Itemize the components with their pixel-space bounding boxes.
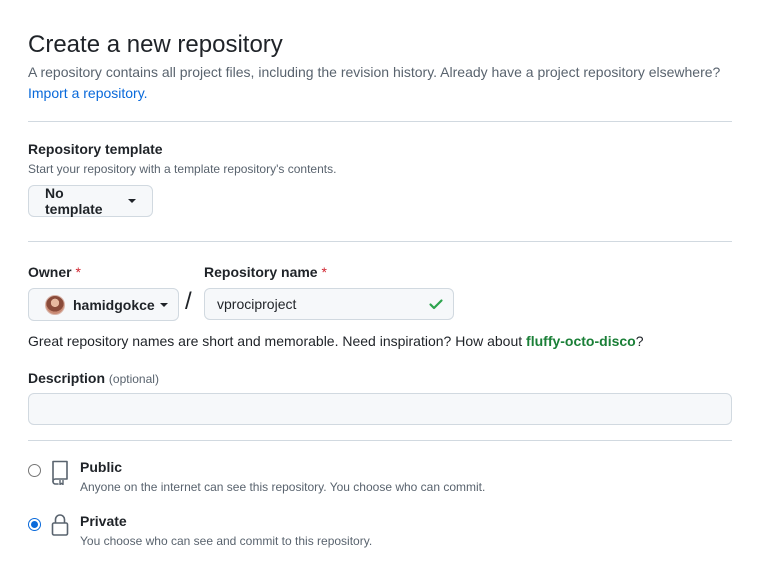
private-radio[interactable]: [28, 518, 41, 531]
name-hint-end: ?: [635, 333, 644, 349]
optional-note: (optional): [108, 372, 159, 386]
caret-down-icon: [128, 199, 136, 203]
page-subtitle: A repository contains all project files,…: [28, 64, 721, 80]
template-note: Start your repository with a template re…: [28, 162, 337, 176]
public-radio[interactable]: [28, 464, 41, 477]
owner-label-text: Owner: [28, 264, 72, 280]
repo-icon: [52, 460, 68, 485]
repo-name-label: Repository name *: [204, 264, 327, 280]
name-hint: Great repository names are short and mem…: [28, 333, 644, 349]
owner-label: Owner *: [28, 264, 81, 280]
private-title: Private: [80, 513, 127, 529]
divider: [28, 440, 732, 441]
lock-icon: [51, 514, 69, 536]
divider: [28, 241, 732, 242]
owner-dropdown-button[interactable]: hamidgokce: [28, 288, 179, 321]
template-button-label: No template: [45, 185, 103, 217]
name-hint-text: Great repository names are short and mem…: [28, 333, 527, 349]
page-title: Create a new repository: [28, 31, 283, 58]
description-input[interactable]: [28, 393, 732, 425]
template-dropdown-button[interactable]: No template: [28, 185, 153, 217]
owner-repo-separator: /: [185, 288, 192, 315]
required-mark: *: [75, 264, 81, 280]
divider: [28, 121, 732, 122]
public-title: Public: [80, 459, 123, 475]
repository-name-input[interactable]: vprociproject: [204, 288, 454, 320]
avatar: [45, 294, 65, 315]
import-repository-link[interactable]: Import a repository.: [28, 85, 148, 101]
caret-down-icon: [159, 302, 168, 307]
private-description: You choose who can see and commit to thi…: [80, 534, 373, 548]
name-suggestion[interactable]: fluffy-octo-disco: [526, 333, 636, 349]
owner-value: hamidgokce: [73, 296, 155, 313]
description-label: Description (optional): [28, 370, 159, 386]
repo-name-label-text: Repository name: [204, 264, 318, 280]
required-mark: *: [321, 264, 327, 280]
repository-name-value: vprociproject: [217, 296, 297, 312]
template-label: Repository template: [28, 141, 163, 157]
description-label-text: Description: [28, 370, 106, 386]
public-description: Anyone on the internet can see this repo…: [80, 480, 486, 494]
check-icon: [429, 299, 443, 310]
